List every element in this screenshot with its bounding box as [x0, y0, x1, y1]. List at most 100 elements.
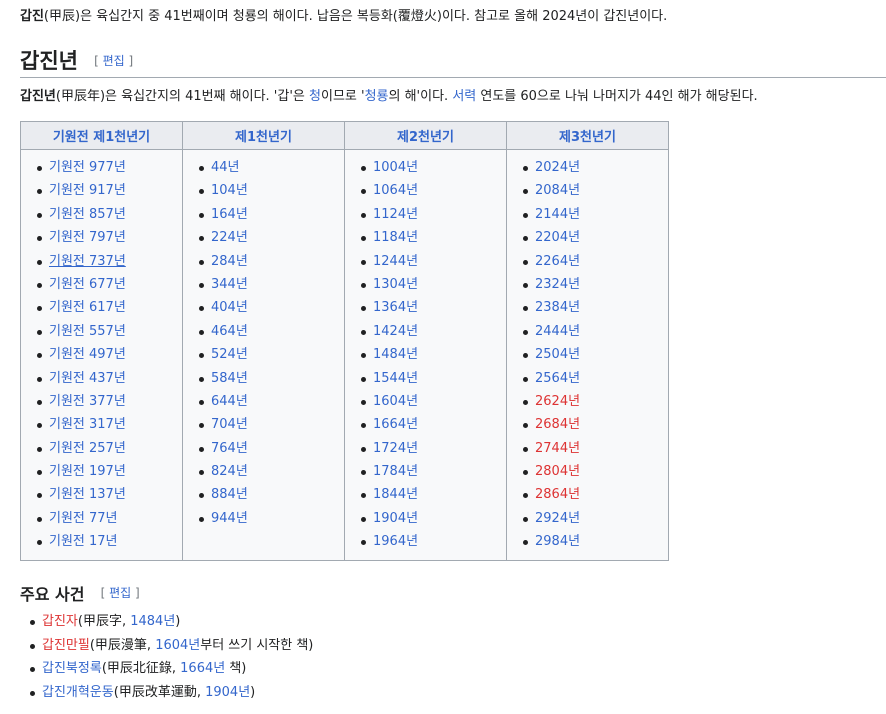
year-link[interactable]: 284년	[211, 254, 248, 269]
year-link[interactable]: 944년	[211, 511, 248, 526]
year-link[interactable]: 44년	[211, 160, 240, 175]
year-link[interactable]: 1364년	[373, 300, 418, 315]
year-link[interactable]: 기원전 737년	[49, 254, 126, 269]
edit-link[interactable]: 편집	[103, 54, 125, 68]
year-link[interactable]: 기원전 557년	[49, 324, 126, 339]
year-link[interactable]: 1844년	[373, 487, 418, 502]
year-link[interactable]: 344년	[211, 277, 248, 292]
year-link[interactable]: 2084년	[535, 183, 580, 198]
year-link[interactable]: 기원전 677년	[49, 277, 126, 292]
year-link[interactable]: 2144년	[535, 207, 580, 222]
year-link[interactable]: 2324년	[535, 277, 580, 292]
year-link[interactable]: 기원전 377년	[49, 394, 126, 409]
year-link[interactable]: 164년	[211, 207, 248, 222]
events-edit-link[interactable]: 편집	[109, 586, 131, 600]
list-item: 기원전 797년	[37, 228, 182, 251]
header-bc-1st-millennium[interactable]: 기원전 제1천년기	[20, 121, 183, 150]
list-item: 기원전 737년	[37, 252, 182, 275]
year-link[interactable]: 2384년	[535, 300, 580, 315]
year-link[interactable]: 기원전 857년	[49, 207, 126, 222]
year-link[interactable]: 1304년	[373, 277, 418, 292]
year-list-2nd: 1004년 1064년 1124년 1184년 1244년 1304년 1364년 1424년…	[345, 158, 506, 556]
year-link[interactable]: 2684년	[535, 417, 580, 432]
year-link[interactable]: 기원전 497년	[49, 347, 126, 362]
year-link[interactable]: 824년	[211, 464, 248, 479]
year-link[interactable]: 464년	[211, 324, 248, 339]
year-link[interactable]: 584년	[211, 371, 248, 386]
year-link[interactable]: 2924년	[535, 511, 580, 526]
year-link[interactable]: 2624년	[535, 394, 580, 409]
year-link[interactable]: 1124년	[373, 207, 418, 222]
event-year-link[interactable]: 1484년	[130, 614, 175, 629]
year-link[interactable]: 1784년	[373, 464, 418, 479]
year-link[interactable]: 404년	[211, 300, 248, 315]
year-link[interactable]: 기원전 977년	[49, 160, 126, 175]
year-link[interactable]: 기원전 797년	[49, 230, 126, 245]
event-link[interactable]: 갑진자	[42, 614, 78, 629]
year-link[interactable]: 기원전 617년	[49, 300, 126, 315]
year-link[interactable]: 2984년	[535, 534, 580, 549]
year-link[interactable]: 기원전 137년	[49, 487, 126, 502]
year-link[interactable]: 기원전 437년	[49, 371, 126, 386]
link-seoryeok[interactable]: 서력	[452, 89, 476, 104]
year-link[interactable]: 1544년	[373, 371, 418, 386]
header-3rd-millennium[interactable]: 제3천년기	[506, 121, 669, 150]
year-link[interactable]: 2024년	[535, 160, 580, 175]
table-row: 기원전 977년기원전 917년기원전 857년기원전 797년기원전 737년…	[20, 149, 669, 561]
link-cheong[interactable]: 청	[309, 89, 321, 104]
year-link[interactable]: 104년	[211, 183, 248, 198]
year-link[interactable]: 764년	[211, 441, 248, 456]
list-item: 284년	[199, 252, 344, 275]
year-link[interactable]: 1424년	[373, 324, 418, 339]
year-link[interactable]: 884년	[211, 487, 248, 502]
year-link[interactable]: 1604년	[373, 394, 418, 409]
list-item: 기원전 317년	[37, 415, 182, 438]
list-item: 1604년	[361, 392, 506, 415]
year-link[interactable]: 1064년	[373, 183, 418, 198]
list-item: 584년	[199, 369, 344, 392]
event-link[interactable]: 갑진북정록	[42, 661, 102, 676]
year-link[interactable]: 2204년	[535, 230, 580, 245]
year-link[interactable]: 기원전 257년	[49, 441, 126, 456]
year-link[interactable]: 기원전 77년	[49, 511, 118, 526]
year-link[interactable]: 2804년	[535, 464, 580, 479]
year-link[interactable]: 2504년	[535, 347, 580, 362]
header-1st-millennium[interactable]: 제1천년기	[182, 121, 345, 150]
year-link[interactable]: 704년	[211, 417, 248, 432]
list-item: 1004년	[361, 158, 506, 181]
event-link[interactable]: 갑진개혁운동	[42, 685, 114, 700]
list-item: 104년	[199, 181, 344, 204]
header-2nd-millennium[interactable]: 제2천년기	[344, 121, 507, 150]
year-link[interactable]: 기원전 197년	[49, 464, 126, 479]
event-year-link[interactable]: 1664년	[180, 661, 225, 676]
year-link[interactable]: 1244년	[373, 254, 418, 269]
year-link[interactable]: 1484년	[373, 347, 418, 362]
year-link[interactable]: 2444년	[535, 324, 580, 339]
event-year-link[interactable]: 1604년	[155, 638, 200, 653]
year-link[interactable]: 1724년	[373, 441, 418, 456]
year-link[interactable]: 기원전 317년	[49, 417, 126, 432]
link-cheongryong[interactable]: 청룡	[365, 89, 389, 104]
years-table: 기원전 제1천년기 제1천년기 제2천년기 제3천년기 기원전 977년 기원전 …	[20, 121, 669, 561]
list-item: 기원전 557년	[37, 322, 182, 345]
year-link[interactable]: 2744년	[535, 441, 580, 456]
year-link[interactable]: 1004년	[373, 160, 418, 175]
year-link[interactable]: 기원전 917년	[49, 183, 126, 198]
event-link[interactable]: 갑진만필	[42, 638, 90, 653]
year-link[interactable]: 224년	[211, 230, 248, 245]
year-link[interactable]: 2264년	[535, 254, 580, 269]
year-link[interactable]: 644년	[211, 394, 248, 409]
event-year-link[interactable]: 1904년	[205, 685, 250, 700]
year-link[interactable]: 기원전 17년	[49, 534, 118, 549]
year-link[interactable]: 524년	[211, 347, 248, 362]
year-link[interactable]: 2564년	[535, 371, 580, 386]
list-item: 기원전 917년	[37, 181, 182, 204]
lead-term: 갑진	[20, 9, 44, 24]
year-link[interactable]: 2864년	[535, 487, 580, 502]
year-link[interactable]: 1184년	[373, 230, 418, 245]
year-link[interactable]: 1964년	[373, 534, 418, 549]
year-link[interactable]: 1664년	[373, 417, 418, 432]
event-text: 책)	[225, 661, 247, 676]
events-heading: 주요 사건 [ 편집 ]	[20, 584, 140, 606]
year-link[interactable]: 1904년	[373, 511, 418, 526]
